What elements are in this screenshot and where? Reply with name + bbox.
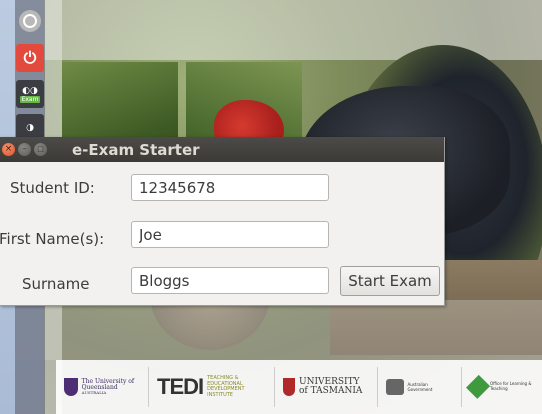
tedi-logo-text: TEDI [157,374,204,399]
student-id-field[interactable] [131,174,329,201]
start-exam-button[interactable]: Start Exam [340,266,440,296]
maximize-glyph: □ [37,145,44,153]
exam-app-2-glyph: ◑ [26,123,34,133]
gov-logo-text: Australian Government [407,382,433,392]
maximize-icon[interactable]: □ [34,143,47,156]
ubuntu-home-icon[interactable] [19,10,41,32]
window-titlebar[interactable]: × – □ e-Exam Starter [0,137,444,162]
power-icon[interactable]: ⏻ [16,44,44,72]
uq-logo: The University of Queensland AUSTRALIA [56,367,148,407]
surname-field[interactable] [131,267,329,294]
exam-app-icon[interactable]: ◐◑ Exam [16,80,44,108]
surname-label: Surname [22,275,90,293]
first-name-label: First Name(s): [0,230,105,248]
tedi-logo-subtext: TEACHING & EDUCATIONAL DEVELOPMENT INSTI… [207,375,245,398]
exam-app-glyph: ◐◑ [22,85,38,96]
sponsor-logo-bar: The University of Queensland AUSTRALIA T… [56,360,542,414]
close-icon[interactable]: × [2,143,15,156]
olt-mark-icon [465,374,490,400]
olt-logo-text: Office for Learning & Teaching [490,381,532,391]
wallpaper-overlay-bottom [44,300,542,360]
tedi-logo: TEDI TEACHING & EDUCATIONAL DEVELOPMENT … [148,367,274,407]
minimize-glyph: – [22,144,27,154]
power-glyph: ⏻ [23,48,37,67]
exam-app-label: Exam [19,95,41,103]
first-name-field[interactable] [131,221,329,248]
close-glyph: × [4,144,13,154]
student-id-label: Student ID: [10,179,95,197]
utas-logo: UNIVERSITY of TASMANIA [274,367,377,407]
coat-of-arms-icon [386,379,404,395]
exam-starter-window: × – □ e-Exam Starter Student ID: First N… [0,137,445,306]
olt-logo: Office for Learning & Teaching [460,367,542,407]
uq-crest-icon [64,378,78,396]
window-title: e-Exam Starter [72,140,200,159]
minimize-icon[interactable]: – [18,143,31,156]
utas-crest-icon [283,378,295,396]
utas-logo-text: UNIVERSITY of TASMANIA [299,376,363,396]
uq-logo-subtext: AUSTRALIA [81,390,107,396]
australian-government-logo: Australian Government [377,367,461,407]
